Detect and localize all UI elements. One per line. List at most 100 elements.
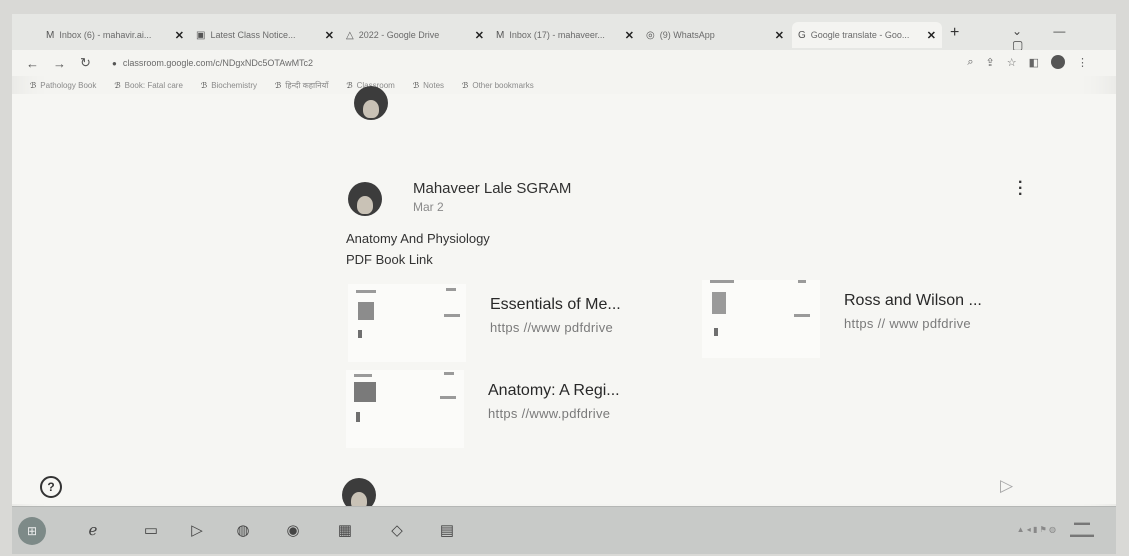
star-icon[interactable]: ☆ bbox=[1007, 56, 1017, 69]
thumbnail-mark bbox=[356, 412, 360, 422]
thumbnail-line bbox=[440, 396, 456, 399]
bookmarks-bar: ℬ Pathology Book ℬ Book: Fatal care ℬ Bioch… bbox=[12, 76, 1116, 94]
thumbnail-image bbox=[358, 302, 374, 320]
tab-google-translate[interactable]: G Google translate - Goo... ✕ bbox=[792, 22, 942, 48]
post-date: Mar 2 bbox=[413, 200, 444, 214]
bookmark-item[interactable]: ℬ Notes bbox=[413, 81, 444, 90]
thumbnail-line bbox=[354, 374, 372, 377]
send-icon[interactable]: ▷ bbox=[1000, 476, 1013, 496]
forward-arrow-icon[interactable]: → bbox=[53, 56, 66, 71]
browser-icon[interactable]: ◍ bbox=[228, 517, 258, 543]
internet-explorer-icon[interactable]: ℯ bbox=[78, 517, 108, 543]
thumbnail-line bbox=[356, 290, 376, 293]
close-icon[interactable]: ✕ bbox=[775, 29, 784, 42]
excel-icon[interactable]: ▤ bbox=[432, 517, 462, 543]
zoom-icon[interactable]: ⌕ bbox=[967, 56, 973, 69]
chrome-icon[interactable]: ◉ bbox=[278, 517, 308, 543]
menu-icon[interactable]: ⋮ bbox=[1077, 56, 1088, 69]
gmail-icon: M bbox=[496, 29, 505, 41]
bookmark-item[interactable]: ℬ Pathology Book bbox=[30, 81, 96, 90]
post-author: Mahaveer Lale SGRAM bbox=[413, 180, 572, 197]
new-tab-button[interactable]: + bbox=[950, 24, 959, 42]
drive-icon: △ bbox=[346, 29, 354, 41]
google-icon: G bbox=[798, 29, 806, 41]
bookmark-item[interactable]: ℬ Book: Fatal care bbox=[114, 81, 183, 90]
share-icon[interactable]: ⇪ bbox=[986, 56, 995, 69]
book-icon: ℬ bbox=[462, 80, 469, 90]
attachment-url: https //www pdfdrive bbox=[490, 320, 614, 335]
bookmark-item[interactable]: ℬ Biochemistry bbox=[201, 81, 257, 90]
post-text-line: PDF Book Link bbox=[346, 252, 433, 267]
thumbnail-line bbox=[444, 314, 460, 317]
thumbnail-image bbox=[712, 292, 726, 314]
book-icon: ℬ bbox=[274, 80, 282, 90]
attachment-card[interactable]: Anatomy: A Regi... https //www.pdfdrive bbox=[346, 370, 666, 448]
start-button[interactable]: ⊞ bbox=[18, 517, 46, 545]
classroom-stream: Mahaveer Lale SGRAM Mar 2 · · · Anatomy An… bbox=[12, 86, 1116, 504]
browser-window: M Inbox (6) - mahavir.ai... ✕ ▣ Latest C… bbox=[12, 14, 1116, 554]
app-icon[interactable]: ◇ bbox=[382, 517, 412, 543]
thumbnail-line bbox=[444, 372, 454, 375]
media-player-icon[interactable]: ▷ bbox=[182, 517, 212, 543]
tab-inbox-2[interactable]: M Inbox (17) - mahaveer... ✕ bbox=[490, 22, 640, 48]
system-tray[interactable]: ▲ ◂ ▮ ⚑ ◍ bbox=[1017, 525, 1056, 534]
avatar bbox=[354, 86, 388, 120]
system-clock[interactable]: ▬▬ ▬▬▬ bbox=[1070, 517, 1094, 541]
attachment-card[interactable]: Essentials of Me... https //www pdfdrive bbox=[348, 284, 668, 362]
whatsapp-icon: ◎ bbox=[646, 29, 655, 41]
close-icon[interactable]: ✕ bbox=[927, 29, 936, 42]
tab-label: Inbox (17) - mahaveer... bbox=[509, 30, 605, 40]
thumbnail-mark bbox=[358, 330, 362, 338]
pdf-thumbnail bbox=[348, 284, 466, 362]
close-icon[interactable]: ✕ bbox=[325, 29, 334, 42]
thumbnail-line bbox=[794, 314, 810, 317]
tab-label: Latest Class Notice... bbox=[210, 30, 296, 40]
url-text: classroom.google.com/c/NDgxNDc5OTAwMTc2 bbox=[122, 58, 314, 68]
sidebar-icon[interactable]: ◧ bbox=[1029, 56, 1039, 69]
folder-icon[interactable]: ▭ bbox=[136, 517, 166, 543]
book-icon: ℬ bbox=[346, 80, 353, 90]
reload-icon[interactable]: ↻ bbox=[80, 55, 91, 71]
attachment-title: Anatomy: A Regi... bbox=[488, 382, 620, 399]
back-arrow-icon[interactable]: ← bbox=[26, 56, 39, 71]
close-icon[interactable]: ✕ bbox=[175, 29, 184, 42]
author-avatar[interactable] bbox=[348, 182, 382, 216]
tab-drive[interactable]: △ 2022 - Google Drive ✕ bbox=[340, 22, 490, 48]
help-icon[interactable]: ? bbox=[40, 476, 62, 498]
window-controls[interactable]: ⌄ — ▢ bbox=[1012, 24, 1116, 52]
bookmark-item[interactable]: ℬ हिन्दी कहानियाँ bbox=[275, 80, 328, 91]
tab-label: Google translate - Goo... bbox=[810, 30, 910, 40]
attachment-card[interactable]: Ross and Wilson ... https // www pdfdriv… bbox=[702, 280, 1022, 358]
pdf-thumbnail bbox=[702, 280, 820, 358]
thumbnail-line bbox=[710, 280, 734, 283]
bookmark-item[interactable]: ℬ Other bookmarks bbox=[462, 81, 534, 90]
more-options-icon[interactable]: · · · bbox=[1018, 175, 1023, 203]
lock-icon: ● bbox=[112, 58, 117, 68]
tab-label: 2022 - Google Drive bbox=[358, 30, 440, 40]
thumbnail-line bbox=[798, 280, 806, 283]
book-icon: ℬ bbox=[200, 80, 208, 90]
profile-avatar[interactable] bbox=[1051, 55, 1065, 69]
class-icon: ▣ bbox=[196, 29, 206, 41]
close-icon[interactable]: ✕ bbox=[475, 29, 484, 42]
tab-label: Inbox (6) - mahavir.ai... bbox=[59, 30, 152, 40]
thumbnail-line bbox=[446, 288, 456, 291]
image-viewer-icon[interactable]: ▦ bbox=[330, 517, 360, 543]
thumbnail-mark bbox=[714, 328, 718, 336]
tab-inbox[interactable]: M Inbox (6) - mahavir.ai... ✕ bbox=[40, 22, 190, 48]
book-icon: ℬ bbox=[30, 80, 37, 90]
navigation-bar: ← → ↻ ● classroom.google.com/c/NDgxNDc5O… bbox=[12, 50, 1116, 76]
attachment-url: https //www.pdfdrive bbox=[488, 406, 611, 421]
attachment-title: Essentials of Me... bbox=[490, 296, 621, 313]
close-icon[interactable]: ✕ bbox=[625, 29, 634, 42]
book-icon: ℬ bbox=[412, 80, 420, 90]
toolbar-icons: ⌕ ⇪ ☆ ◧ ⋮ bbox=[967, 55, 1088, 69]
tab-class-notice[interactable]: ▣ Latest Class Notice... ✕ bbox=[190, 22, 340, 48]
taskbar: ⊞ ℯ ▭ ▷ ◍ ◉ ▦ ◇ ▤ ▲ ◂ ▮ ⚑ ◍ ▬▬ ▬▬▬ bbox=[12, 506, 1116, 554]
tab-strip: M Inbox (6) - mahavir.ai... ✕ ▣ Latest C… bbox=[12, 14, 1116, 52]
post-text-line: Anatomy And Physiology bbox=[346, 231, 490, 246]
address-bar[interactable]: ● classroom.google.com/c/NDgxNDc5OTAwMTc… bbox=[112, 53, 972, 73]
tab-whatsapp[interactable]: ◎ (9) WhatsApp ✕ bbox=[640, 22, 790, 48]
attachment-url: https // www pdfdrive bbox=[844, 316, 971, 331]
gmail-icon: M bbox=[46, 29, 55, 41]
